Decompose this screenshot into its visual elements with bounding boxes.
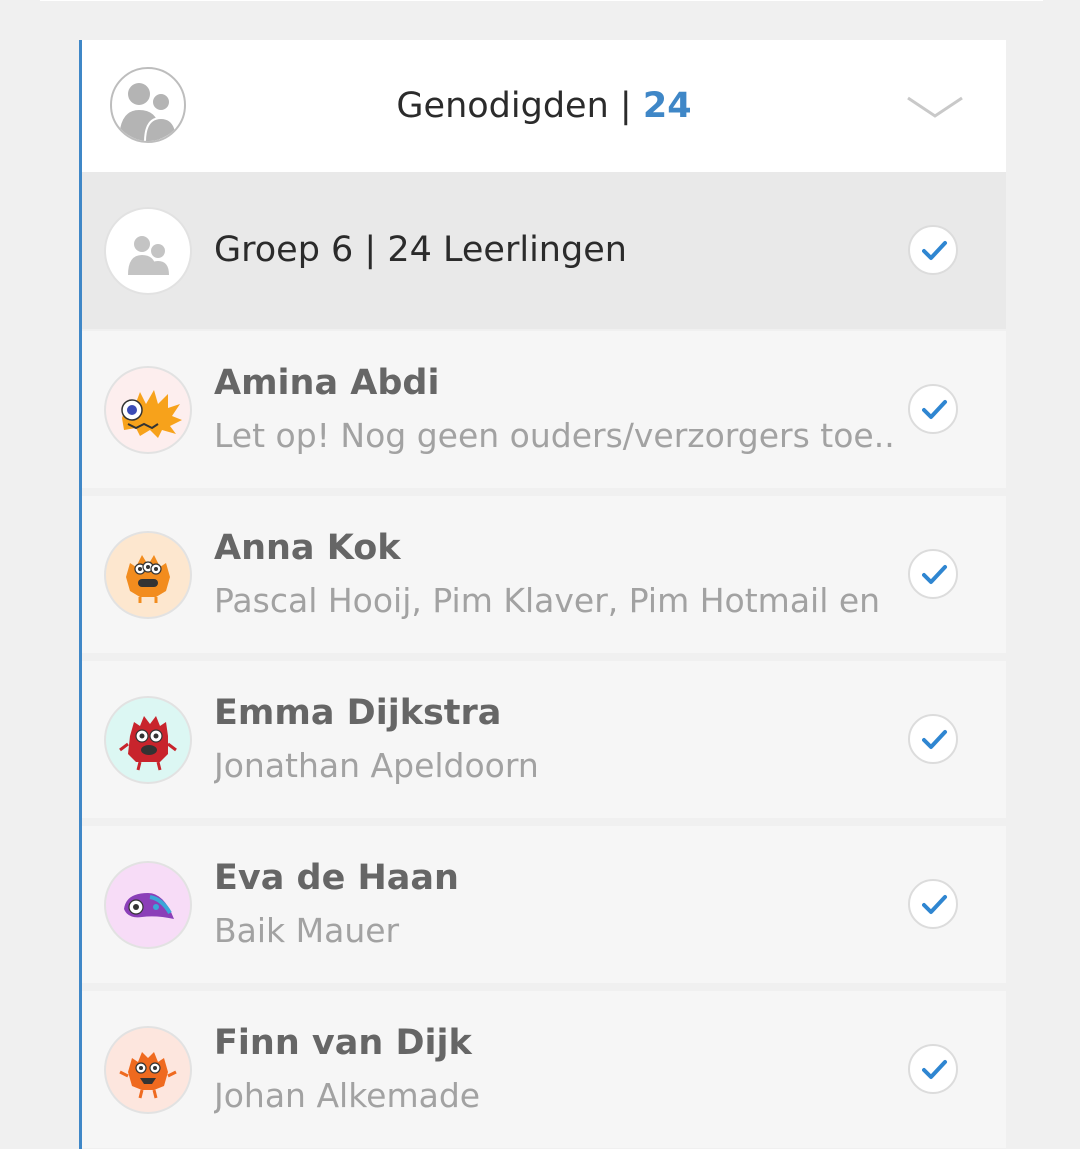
student-name: Amina Abdi <box>214 363 440 403</box>
check-icon <box>922 1060 947 1079</box>
student-name: Anna Kok <box>214 528 401 568</box>
invitees-count: 24 <box>642 86 692 126</box>
student-checkbox[interactable] <box>908 384 958 434</box>
check-icon <box>922 895 947 914</box>
group-label: Groep 6 | 24 Leerlingen <box>214 230 627 270</box>
group-row[interactable]: Groep 6 | 24 Leerlingen <box>82 172 1006 329</box>
list-item[interactable]: Finn van Dijk Johan Alkemade <box>82 991 1006 1148</box>
title-separator: | <box>619 86 632 126</box>
orange-fuzzy-monster-avatar <box>104 531 192 619</box>
check-icon <box>922 730 947 749</box>
student-subtitle: Pascal Hooij, Pim Klaver, Pim Hotmail en… <box>214 581 894 620</box>
student-checkbox[interactable] <box>908 879 958 929</box>
student-subtitle: Let op! Nog geen ouders/verzorgers toe..… <box>214 416 894 455</box>
list-item[interactable]: Emma Dijkstra Jonathan Apeldoorn <box>82 661 1006 818</box>
student-checkbox[interactable] <box>908 549 958 599</box>
check-icon <box>922 241 947 260</box>
invitees-title-label: Genodigden <box>396 86 609 126</box>
check-icon <box>922 400 947 419</box>
student-checkbox[interactable] <box>908 1044 958 1094</box>
student-name: Emma Dijkstra <box>214 693 502 733</box>
invitees-title: Genodigden | 24 <box>82 84 1006 128</box>
student-subtitle: Jonathan Apeldoorn <box>214 746 539 785</box>
student-subtitle: Baik Mauer <box>214 911 400 950</box>
invitees-header[interactable]: Genodigden | 24 <box>82 40 1006 172</box>
group-users-icon <box>104 207 192 295</box>
chevron-down-icon[interactable] <box>906 90 964 124</box>
red-fuzzy-monster-avatar <box>104 696 192 784</box>
list-item[interactable]: Eva de Haan Baik Mauer <box>82 826 1006 983</box>
orange-horned-monster-avatar <box>104 1026 192 1114</box>
student-subtitle: Johan Alkemade <box>214 1076 481 1115</box>
orange-spiky-monster-avatar <box>104 366 192 454</box>
list-item[interactable]: Anna Kok Pascal Hooij, Pim Klaver, Pim H… <box>82 496 1006 653</box>
student-name: Finn van Dijk <box>214 1023 472 1063</box>
student-name: Eva de Haan <box>214 858 459 898</box>
list-item[interactable]: Amina Abdi Let op! Nog geen ouders/verzo… <box>82 331 1006 488</box>
check-icon <box>922 565 947 584</box>
purple-blob-monster-avatar <box>104 861 192 949</box>
top-sheet-edge <box>40 0 1043 1</box>
group-checkbox[interactable] <box>908 225 958 275</box>
invitees-panel: Genodigden | 24 Groep 6 | 24 Leerlingen <box>79 40 1006 1149</box>
student-checkbox[interactable] <box>908 714 958 764</box>
